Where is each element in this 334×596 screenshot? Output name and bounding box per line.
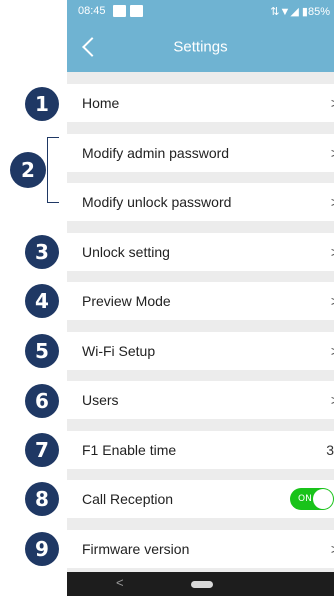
phone-screen: 08:45 ⇅▼◢ ▮85% Settings Home > Modify ad… <box>67 0 334 596</box>
settings-item-label: Home <box>82 95 120 111</box>
callout-9: 9 <box>25 532 59 566</box>
settings-item-label: Firmware version <box>82 541 190 557</box>
f1-enable-time-value: 3 <box>326 442 334 458</box>
settings-item-label: Preview Mode <box>82 293 171 309</box>
callout-3: 3 <box>25 235 59 269</box>
settings-item-label: Unlock setting <box>82 244 170 260</box>
settings-item-label: Modify admin password <box>82 145 230 161</box>
status-indicators: ⇅▼◢ ▮85% <box>270 6 330 18</box>
settings-item-wifi-setup[interactable]: Wi-Fi Setup > <box>67 332 334 370</box>
settings-item-modify-unlock-password[interactable]: Modify unlock password > <box>67 183 334 221</box>
callout-bracket <box>47 137 59 203</box>
settings-item-label: Modify unlock password <box>82 194 232 210</box>
callout-7: 7 <box>25 433 59 467</box>
callout-8: 8 <box>25 482 59 516</box>
settings-item-call-reception: Call Reception ON <box>67 480 334 518</box>
settings-item-home[interactable]: Home > <box>67 84 334 122</box>
page-title: Settings <box>173 38 228 56</box>
settings-item-label: Wi-Fi Setup <box>82 343 156 359</box>
system-nav-bar: < <box>67 572 334 596</box>
nav-back-icon[interactable]: < <box>116 575 124 590</box>
callout-5: 5 <box>25 334 59 368</box>
settings-item-f1-enable-time[interactable]: F1 Enable time 3 <box>67 431 334 469</box>
toggle-state-label: ON <box>298 494 312 504</box>
callout-1: 1 <box>25 87 59 121</box>
callout-4: 4 <box>25 284 59 318</box>
callout-2: 2 <box>10 152 46 188</box>
settings-item-preview-mode[interactable]: Preview Mode > <box>67 282 334 320</box>
settings-item-users[interactable]: Users > <box>67 381 334 419</box>
settings-item-firmware-version[interactable]: Firmware version > <box>67 530 334 568</box>
status-bar: 08:45 ⇅▼◢ ▮85% <box>67 0 334 24</box>
notification-icon <box>130 5 143 17</box>
toggle-knob <box>313 489 333 509</box>
settings-item-modify-admin-password[interactable]: Modify admin password > <box>67 134 334 172</box>
callout-6: 6 <box>25 384 59 418</box>
status-time: 08:45 <box>78 5 106 17</box>
settings-item-label: Users <box>82 392 119 408</box>
app-header: 08:45 ⇅▼◢ ▮85% Settings <box>67 0 334 72</box>
call-reception-toggle[interactable]: ON <box>290 488 334 510</box>
notification-icon <box>113 5 126 17</box>
nav-home-pill[interactable] <box>191 581 213 588</box>
settings-item-label: F1 Enable time <box>82 442 177 458</box>
settings-item-unlock-setting[interactable]: Unlock setting > <box>67 233 334 271</box>
